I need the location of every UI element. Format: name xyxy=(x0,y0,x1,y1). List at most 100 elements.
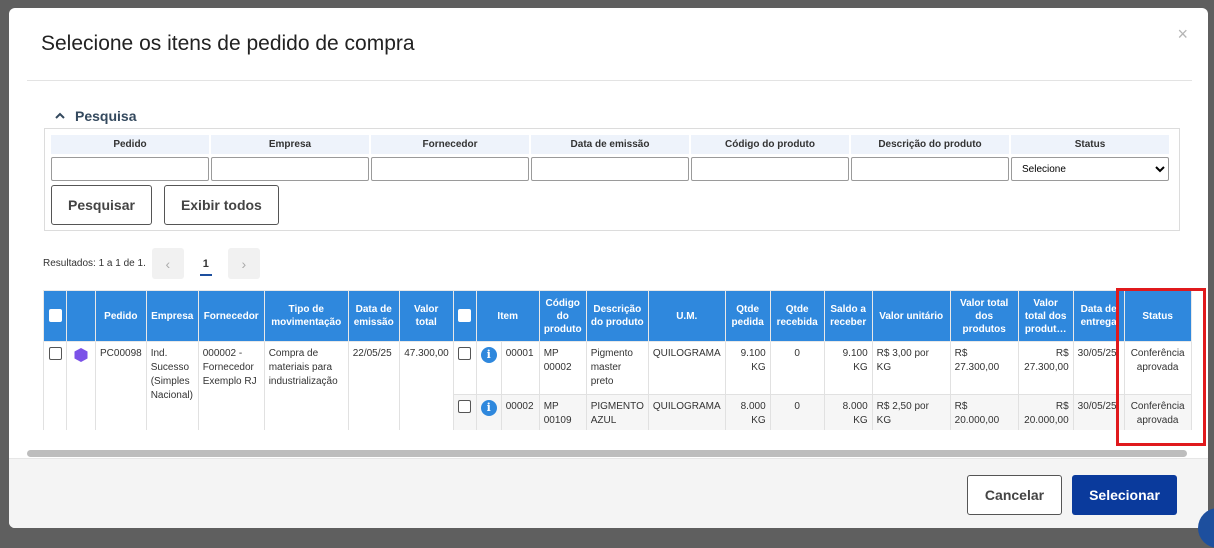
order-data-emissao: 22/05/25 xyxy=(347,341,400,430)
header-saldo[interactable]: Saldo a receber xyxy=(823,290,873,342)
close-icon[interactable]: × xyxy=(1177,24,1188,45)
search-button[interactable]: Pesquisar xyxy=(51,185,152,225)
filter-label: Data de emissão xyxy=(531,135,689,154)
order-fornecedor: 000002 - Fornecedor Exemplo RJ xyxy=(197,341,265,430)
item-descricao: PIGMENTO AZUL xyxy=(585,394,649,430)
status-select[interactable]: Selecione xyxy=(1011,157,1169,181)
next-page-button[interactable]: › xyxy=(227,248,260,279)
order-valor-total: 47.300,00 xyxy=(398,341,454,430)
item-qtde-recebida: 0 xyxy=(769,341,825,395)
filter-label: Empresa xyxy=(211,135,369,154)
modal-footer: Cancelar Selecionar xyxy=(9,458,1208,528)
descricao-produto-input[interactable] xyxy=(851,157,1009,181)
results-count: Resultados: 1 a 1 de 1. xyxy=(43,258,146,269)
modal-dialog: Selecione os itens de pedido de compra ×… xyxy=(9,8,1208,528)
status-column-highlight xyxy=(1116,288,1206,446)
item-valor-unitario: R$ 2,50 por KG xyxy=(871,394,951,430)
orders-table-container[interactable]: Pedido Empresa Fornecedor Tipo de movime… xyxy=(43,290,1193,430)
chevron-left-icon: ‹ xyxy=(165,255,171,272)
pedido-input[interactable] xyxy=(51,157,209,181)
order-status-cell xyxy=(66,341,96,430)
item-select-cell[interactable] xyxy=(452,341,477,395)
item-info-cell[interactable]: i xyxy=(475,394,502,430)
filter-codigo-produto: Código do produto xyxy=(691,135,849,181)
item-valor-total-produtos: R$ 20.000,00 xyxy=(949,394,1019,430)
filter-label: Fornecedor xyxy=(371,135,529,154)
select-all-orders-checkbox[interactable] xyxy=(48,309,62,323)
select-all-items-header[interactable] xyxy=(452,290,477,342)
order-pedido: PC00098 xyxy=(95,341,147,430)
item-descricao: Pigmento master preto xyxy=(585,341,649,395)
order-checkbox[interactable] xyxy=(48,347,62,360)
title-divider xyxy=(27,80,1192,81)
item-info-cell[interactable]: i xyxy=(475,341,502,395)
table-header-row: Pedido Empresa Fornecedor Tipo de movime… xyxy=(43,290,1192,342)
modal-title: Selecione os itens de pedido de compra xyxy=(41,32,415,55)
filter-label: Pedido xyxy=(51,135,209,154)
item-checkbox[interactable] xyxy=(458,347,472,360)
item-number: 00002 xyxy=(500,394,540,430)
header-tipo-movimentacao[interactable]: Tipo de movimentação xyxy=(263,290,349,342)
search-section-toggle[interactable]: Pesquisa xyxy=(53,108,136,124)
info-icon[interactable]: i xyxy=(480,347,497,363)
results-pagination: Resultados: 1 a 1 de 1. ‹ 1 › xyxy=(43,248,260,279)
search-panel: Pedido Empresa Fornecedor Data de emissã… xyxy=(44,128,1180,231)
filter-data-emissao: Data de emissão xyxy=(531,135,689,181)
item-saldo: 9.100 KG xyxy=(823,341,873,395)
header-data-emissao[interactable]: Data de emissão xyxy=(347,290,400,342)
order-empresa: Ind. Sucesso (Simples Nacional) xyxy=(145,341,199,430)
select-all-orders-header[interactable] xyxy=(43,290,67,342)
header-codigo-produto[interactable]: Código do produto xyxy=(538,290,587,342)
header-item[interactable]: Item xyxy=(475,290,540,342)
select-button[interactable]: Selecionar xyxy=(1072,475,1177,515)
item-codigo: MP 00002 xyxy=(538,341,587,395)
empresa-input[interactable] xyxy=(211,157,369,181)
info-icon[interactable]: i xyxy=(480,400,497,416)
filter-row: Pedido Empresa Fornecedor Data de emissã… xyxy=(51,135,1169,181)
show-all-button[interactable]: Exibir todos xyxy=(163,185,279,225)
item-valor-total-dos-produt: R$ 20.000,00 xyxy=(1017,394,1074,430)
header-qtde-pedida[interactable]: Qtde pedida xyxy=(724,290,771,342)
header-pedido[interactable]: Pedido xyxy=(95,290,147,342)
item-select-cell[interactable] xyxy=(452,394,477,430)
header-um[interactable]: U.M. xyxy=(647,290,726,342)
page-number[interactable]: 1 xyxy=(190,248,222,279)
filter-fornecedor: Fornecedor xyxy=(371,135,529,181)
header-valor-total-dos-produt[interactable]: Valor total dos produt… xyxy=(1017,290,1074,342)
filter-status: Status Selecione xyxy=(1011,135,1169,181)
item-saldo: 8.000 KG xyxy=(823,394,873,430)
table-row: PC00098 Ind. Sucesso (Simples Nacional) … xyxy=(43,341,1192,430)
order-select-cell[interactable] xyxy=(43,341,67,430)
select-all-items-checkbox[interactable] xyxy=(458,309,472,323)
hexagon-icon xyxy=(74,348,88,362)
fornecedor-input[interactable] xyxy=(371,157,529,181)
item-qtde-pedida: 8.000 KG xyxy=(724,394,771,430)
item-qtde-pedida: 9.100 KG xyxy=(724,341,771,395)
item-checkbox[interactable] xyxy=(458,400,472,413)
header-valor-total[interactable]: Valor total xyxy=(398,290,454,342)
header-fornecedor[interactable]: Fornecedor xyxy=(197,290,265,342)
horizontal-scrollbar[interactable] xyxy=(27,450,1187,457)
item-um: QUILOGRAMA xyxy=(647,341,726,395)
item-valor-total-dos-produt: R$ 27.300,00 xyxy=(1017,341,1074,395)
status-icon-header xyxy=(66,290,96,342)
filter-label: Status xyxy=(1011,135,1169,154)
filter-descricao-produto: Descrição do produto xyxy=(851,135,1009,181)
item-qtde-recebida: 0 xyxy=(769,394,825,430)
header-valor-unitario[interactable]: Valor unitário xyxy=(871,290,951,342)
item-codigo: MP 00109 xyxy=(538,394,587,430)
filter-empresa: Empresa xyxy=(211,135,369,181)
header-valor-total-produtos[interactable]: Valor total dos produtos xyxy=(949,290,1019,342)
header-descricao-produto[interactable]: Descrição do produto xyxy=(585,290,649,342)
item-valor-total-produtos: R$ 27.300,00 xyxy=(949,341,1019,395)
filter-label: Descrição do produto xyxy=(851,135,1009,154)
header-empresa[interactable]: Empresa xyxy=(145,290,199,342)
header-qtde-recebida[interactable]: Qtde recebida xyxy=(769,290,825,342)
chevron-up-icon xyxy=(55,112,65,119)
cancel-button[interactable]: Cancelar xyxy=(967,475,1062,515)
item-valor-unitario: R$ 3,00 por KG xyxy=(871,341,951,395)
data-emissao-input[interactable] xyxy=(531,157,689,181)
codigo-produto-input[interactable] xyxy=(691,157,849,181)
filter-pedido: Pedido xyxy=(51,135,209,181)
prev-page-button[interactable]: ‹ xyxy=(151,248,184,279)
